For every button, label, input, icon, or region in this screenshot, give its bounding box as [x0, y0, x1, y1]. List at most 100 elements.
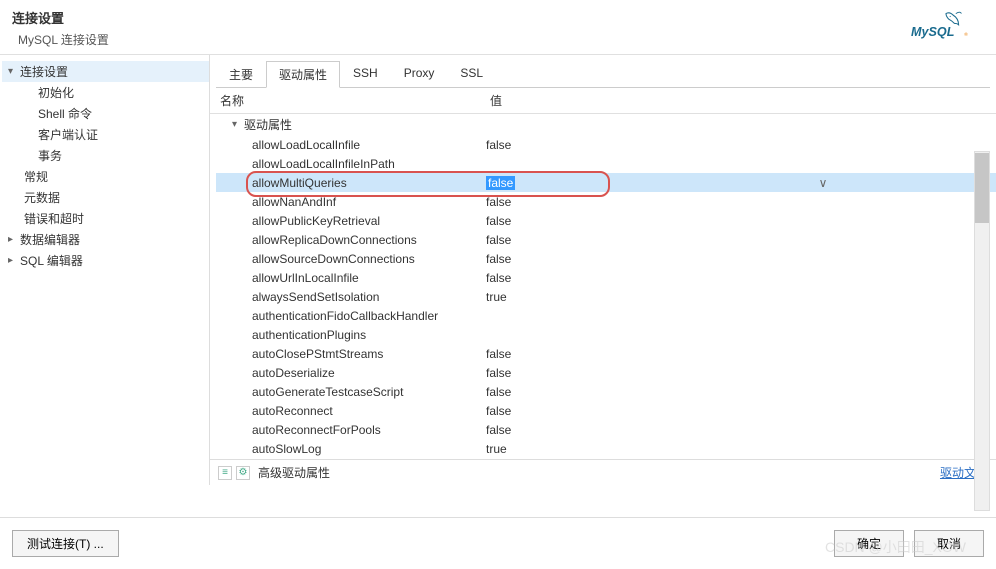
property-value[interactable]: true — [486, 290, 992, 304]
sidebar-item-label: 常规 — [24, 168, 48, 185]
sidebar-item-7[interactable]: 错误和超时 — [2, 208, 209, 229]
property-name: allowUrlInLocalInfile — [216, 271, 486, 285]
property-name: alwaysSendSetIsolation — [216, 290, 486, 304]
sidebar-item-9[interactable]: ▸SQL 编辑器 — [2, 250, 209, 271]
property-name: autoReconnectForPools — [216, 423, 486, 437]
property-name: autoSlowLog — [216, 442, 486, 456]
property-row[interactable]: autoGenerateTestcaseScriptfalse — [216, 382, 996, 401]
tree-toggle-icon[interactable]: ▸ — [8, 255, 20, 266]
dropdown-icon[interactable]: ∨ — [814, 176, 832, 190]
property-value[interactable]: false — [486, 271, 992, 285]
sidebar-item-label: 数据编辑器 — [20, 231, 80, 248]
sidebar-item-8[interactable]: ▸数据编辑器 — [2, 229, 209, 250]
property-value[interactable]: false — [486, 138, 992, 152]
sidebar: ▾连接设置初始化Shell 命令客户端认证事务常规元数据错误和超时▸数据编辑器▸… — [0, 55, 210, 485]
property-value[interactable]: false — [486, 423, 992, 437]
dialog-subtitle: MySQL 连接设置 — [18, 31, 109, 48]
property-row[interactable]: autoReconnectfalse — [216, 401, 996, 420]
svg-text:MySQL: MySQL — [911, 25, 954, 39]
tab-0[interactable]: 主要 — [216, 61, 266, 87]
property-name: allowPublicKeyRetrieval — [216, 214, 486, 228]
test-connection-button[interactable]: 测试连接(T) ... — [12, 530, 119, 557]
property-value[interactable]: false — [486, 385, 992, 399]
property-row[interactable]: allowNanAndInffalse — [216, 192, 996, 211]
property-row[interactable]: allowLoadLocalInfileInPath — [216, 154, 996, 173]
property-value[interactable]: false — [486, 176, 515, 190]
property-row[interactable]: allowPublicKeyRetrievalfalse — [216, 211, 996, 230]
property-group[interactable]: ▾驱动属性 — [216, 114, 996, 135]
property-row[interactable]: autoReconnectForPoolsfalse — [216, 420, 996, 439]
sidebar-item-label: Shell 命令 — [38, 105, 92, 122]
cancel-button[interactable]: 取消 — [914, 530, 984, 557]
property-row[interactable]: allowSourceDownConnectionsfalse — [216, 249, 996, 268]
tree-toggle-icon[interactable]: ▸ — [8, 234, 20, 245]
property-name: autoDeserialize — [216, 366, 486, 380]
sidebar-item-label: 客户端认证 — [38, 126, 98, 143]
property-value[interactable]: false — [486, 366, 992, 380]
property-value[interactable]: false — [486, 233, 992, 247]
advanced-properties-label[interactable]: 高级驱动属性 — [258, 464, 330, 481]
property-row[interactable]: alwaysSendSetIsolationtrue — [216, 287, 996, 306]
property-value[interactable]: false — [486, 214, 992, 228]
sidebar-item-1[interactable]: 初始化 — [2, 82, 209, 103]
property-row[interactable]: allowReplicaDownConnectionsfalse — [216, 230, 996, 249]
tab-1[interactable]: 驱动属性 — [266, 61, 340, 88]
property-value[interactable]: true — [486, 442, 992, 456]
property-row[interactable]: autoClosePStmtStreamsfalse — [216, 344, 996, 363]
col-header-name[interactable]: 名称 — [220, 92, 490, 109]
scrollbar-thumb[interactable] — [975, 153, 989, 223]
group-label: 驱动属性 — [244, 116, 292, 133]
chevron-down-icon[interactable]: ▾ — [232, 119, 244, 130]
sidebar-item-5[interactable]: 常规 — [2, 166, 209, 187]
property-name: allowReplicaDownConnections — [216, 233, 486, 247]
property-name: allowNanAndInf — [216, 195, 486, 209]
property-row[interactable]: allowMultiQueriesfalse ∨ — [216, 173, 996, 192]
property-name: autoReconnect — [216, 404, 486, 418]
content-panel: 主要驱动属性SSHProxySSL 名称 值 ▾驱动属性allowLoadLoc… — [210, 55, 996, 485]
property-row[interactable]: authenticationFidoCallbackHandler — [216, 306, 996, 325]
gear-icon[interactable]: ⚙ — [236, 466, 250, 480]
main-area: ▾连接设置初始化Shell 命令客户端认证事务常规元数据错误和超时▸数据编辑器▸… — [0, 55, 996, 485]
property-row[interactable]: allowLoadLocalInfilefalse — [216, 135, 996, 154]
vertical-scrollbar[interactable] — [974, 151, 990, 511]
bottom-bar: ≡ ⚙ 高级驱动属性 驱动文档 — [210, 459, 996, 485]
property-value[interactable]: false — [486, 195, 992, 209]
property-name: authenticationPlugins — [216, 328, 486, 342]
property-row[interactable]: allowUrlInLocalInfilefalse — [216, 268, 996, 287]
property-row[interactable]: autoSlowLogtrue — [216, 439, 996, 458]
property-value[interactable]: false — [486, 252, 992, 266]
sidebar-item-4[interactable]: 事务 — [2, 145, 209, 166]
property-name: authenticationFidoCallbackHandler — [216, 309, 486, 323]
ok-button[interactable]: 确定 — [834, 530, 904, 557]
tab-3[interactable]: Proxy — [391, 61, 448, 87]
property-name: allowLoadLocalInfile — [216, 138, 486, 152]
property-name: autoGenerateTestcaseScript — [216, 385, 486, 399]
property-row[interactable]: autoDeserializefalse — [216, 363, 996, 382]
tab-2[interactable]: SSH — [340, 61, 391, 87]
tree-toggle-icon[interactable]: ▾ — [8, 66, 20, 77]
dialog-title: 连接设置 — [12, 8, 109, 27]
sidebar-item-6[interactable]: 元数据 — [2, 187, 209, 208]
tabs: 主要驱动属性SSHProxySSL — [216, 61, 990, 88]
tab-4[interactable]: SSL — [447, 61, 496, 87]
property-name: allowMultiQueries — [216, 176, 486, 190]
sidebar-item-label: 初始化 — [38, 84, 74, 101]
col-header-value[interactable]: 值 — [490, 92, 990, 109]
table-header: 名称 值 — [210, 88, 996, 114]
svg-text:®: ® — [964, 31, 968, 38]
footer: 测试连接(T) ... 确定 取消 — [0, 517, 996, 569]
property-name: allowSourceDownConnections — [216, 252, 486, 266]
sidebar-item-label: 事务 — [38, 147, 62, 164]
sidebar-item-3[interactable]: 客户端认证 — [2, 124, 209, 145]
sidebar-item-label: 错误和超时 — [24, 210, 84, 227]
mysql-logo: MySQL ® — [904, 8, 974, 48]
property-row[interactable]: authenticationPlugins — [216, 325, 996, 344]
property-value[interactable]: false — [486, 347, 992, 361]
sidebar-item-0[interactable]: ▾连接设置 — [2, 61, 209, 82]
property-name: allowLoadLocalInfileInPath — [216, 157, 486, 171]
property-name: autoClosePStmtStreams — [216, 347, 486, 361]
property-value[interactable]: false — [486, 404, 992, 418]
sidebar-item-2[interactable]: Shell 命令 — [2, 103, 209, 124]
filter-icon[interactable]: ≡ — [218, 466, 232, 480]
property-table[interactable]: ▾驱动属性allowLoadLocalInfilefalseallowLoadL… — [210, 114, 996, 459]
